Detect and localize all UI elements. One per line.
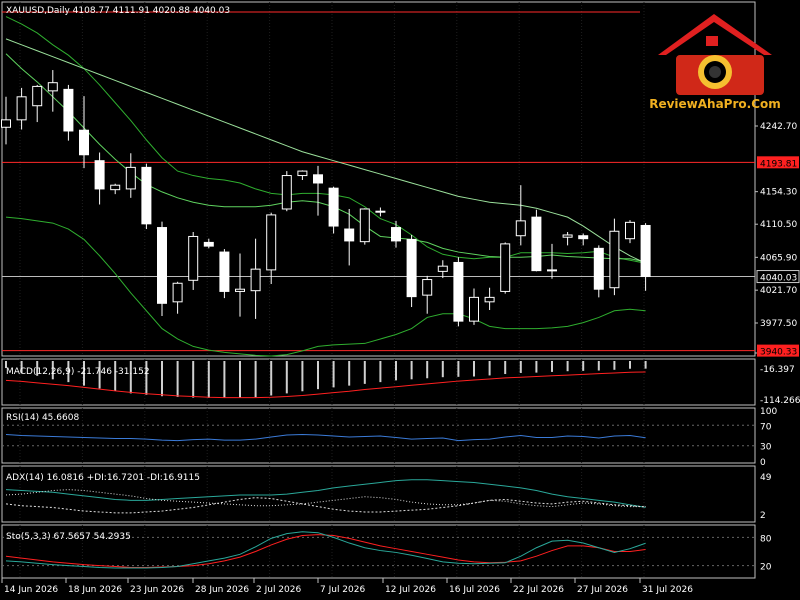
x-tick-label: 18 Jun 2026 <box>68 585 122 595</box>
x-tick-label: 28 Jun 2026 <box>195 585 249 595</box>
candle-body <box>609 230 620 289</box>
y-tick-label: 49 <box>760 473 772 483</box>
candle-body <box>281 175 292 210</box>
candle-body <box>219 251 230 292</box>
candle-body <box>203 241 214 247</box>
candle-body <box>110 184 121 191</box>
chart-header: XAUUSD,Daily 4108.77 4111.91 4020.88 404… <box>6 6 230 16</box>
candle-body <box>531 216 542 272</box>
candle-body <box>469 296 479 322</box>
logo-text: ReviewAhaPro.Com <box>649 97 781 111</box>
candle-body <box>313 174 323 184</box>
y-tick-label: 4021.70 <box>760 286 797 296</box>
x-tick-label: 31 Jul 2026 <box>642 585 693 595</box>
candle-body <box>640 224 651 278</box>
rsi-title: RSI(14) 45.6608 <box>6 413 79 423</box>
y-tick-label: -114.266 <box>760 396 800 406</box>
candle-body <box>297 170 308 177</box>
candle-body <box>94 160 105 190</box>
candle-body <box>484 296 495 303</box>
candle-body <box>172 282 183 303</box>
candle-body <box>437 265 448 272</box>
candle-body <box>63 88 74 132</box>
y-tick-label: 100 <box>760 407 777 417</box>
candle-body <box>32 85 43 107</box>
candle-body <box>266 214 277 271</box>
candle-body <box>47 82 58 92</box>
price-label: 4193.81 <box>760 159 797 169</box>
y-tick-label: 80 <box>760 534 772 544</box>
x-tick-label: 16 Jul 2026 <box>449 585 500 595</box>
candle-body <box>593 247 604 290</box>
stoch-title: Sto(5,3,3) 67.5657 54.2935 <box>6 532 131 542</box>
logo-lens-center-icon <box>709 66 721 78</box>
candle-body <box>359 208 370 243</box>
price-label: 4040.03 <box>760 274 797 284</box>
y-tick-label: 4065.90 <box>760 253 797 263</box>
x-tick-label: 23 Jun 2026 <box>130 585 184 595</box>
candle-body <box>157 227 167 304</box>
y-tick-label: 4110.50 <box>760 220 797 230</box>
x-tick-label: 22 Jul 2026 <box>513 585 564 595</box>
y-tick-label: 4242.70 <box>760 122 797 132</box>
price-label: 3940.33 <box>760 348 797 358</box>
candle-body <box>562 234 573 238</box>
candle-body <box>125 166 136 190</box>
trading-chart: 4242.70 4154.30 4110.50 4065.90 4021.70 3977.… <box>0 0 800 600</box>
candle-body <box>453 261 464 322</box>
candle-body <box>1 119 11 128</box>
candle-body <box>406 238 417 298</box>
y-tick-label: 4154.30 <box>760 188 797 198</box>
candle-body <box>500 243 511 292</box>
logo-window-icon <box>706 36 718 46</box>
x-tick-label: 14 Jun 2026 <box>4 585 58 595</box>
x-tick-label: 2 Jul 2026 <box>256 585 301 595</box>
candle-body <box>16 96 27 121</box>
candle-body <box>344 228 355 242</box>
candle-body <box>235 288 245 292</box>
candle-body <box>625 221 635 240</box>
y-tick-label: -16.397 <box>760 365 795 375</box>
macd-title: MACD(12,26,9) -21.746 -31.152 <box>6 367 150 377</box>
y-tick-label: 70 <box>760 422 772 432</box>
candle-body <box>79 129 89 156</box>
x-tick-label: 12 Jul 2026 <box>385 585 436 595</box>
candle-body <box>375 210 386 213</box>
y-tick-label: 2 <box>760 511 766 521</box>
candle-body <box>578 235 589 240</box>
x-tick-label: 27 Jul 2026 <box>577 585 628 595</box>
candle-body <box>391 227 401 242</box>
candle-body <box>188 235 199 281</box>
x-tick-label: 7 Jul 2026 <box>320 585 365 595</box>
y-tick-label: 20 <box>760 563 772 573</box>
y-tick-label: 3977.50 <box>760 319 797 329</box>
candle-body <box>250 268 261 292</box>
candle-body <box>422 279 433 296</box>
y-tick-label: 30 <box>760 443 772 453</box>
candle-body <box>515 220 526 237</box>
candle-body <box>141 166 152 225</box>
candle-body <box>547 269 557 272</box>
adx-title: ADX(14) 16.0816 +DI:16.7201 -DI:16.9115 <box>6 473 200 483</box>
candle-body <box>328 187 339 227</box>
y-tick-label: 0 <box>760 458 766 468</box>
